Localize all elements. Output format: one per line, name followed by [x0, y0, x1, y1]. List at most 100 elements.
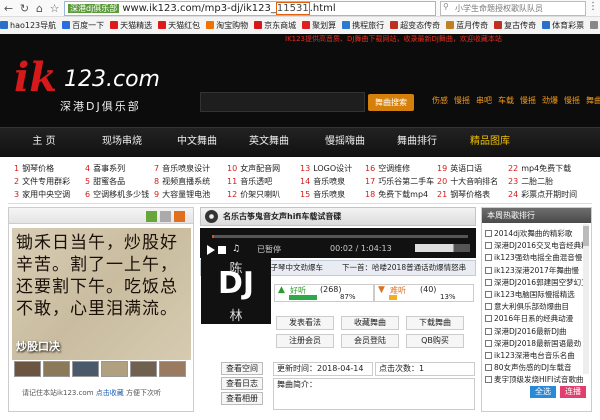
text-link[interactable]: 11 音乐透吧 [227, 175, 299, 188]
chart-list-item[interactable]: 意大利俱乐部劲爆曲目 [485, 300, 589, 313]
chart-list-item[interactable]: ik123电脑国际慢摇精选 [485, 288, 589, 301]
bookmark-link[interactable]: 点击收藏 [96, 389, 124, 397]
thumbnail[interactable] [43, 361, 70, 377]
tab-square-gray[interactable] [160, 211, 171, 222]
chart-list-item[interactable]: 2016年日系的经典动漫 [485, 312, 589, 325]
nav-item[interactable]: 慢摇嗨曲 [310, 127, 380, 157]
bookmark-item[interactable]: hao123导航 [0, 17, 56, 34]
text-link[interactable]: 17 巧乐谷第二手车 [365, 175, 437, 188]
hot-word-link[interactable]: 舞曲 [586, 96, 600, 105]
song-search-input[interactable] [200, 92, 365, 112]
progress-track[interactable] [212, 235, 468, 238]
checkbox[interactable] [485, 242, 492, 250]
text-link[interactable]: 14 音乐喷泉 [300, 175, 372, 188]
menu-icon[interactable]: ⋮ [588, 1, 598, 12]
home-icon[interactable]: ⌂ [33, 2, 46, 15]
checkbox[interactable] [485, 278, 492, 286]
text-link[interactable]: 4 喜事系列 [85, 162, 157, 175]
bookmark-item[interactable]: 京东商城 [254, 17, 296, 34]
bookmark-item[interactable]: 天猫精选 [110, 17, 152, 34]
scrollbar-thumb[interactable] [583, 226, 589, 246]
checkbox[interactable] [485, 266, 492, 274]
text-link[interactable]: 9 大容量锂电池 [154, 188, 226, 201]
hot-word-link[interactable]: 慢摇 [564, 96, 580, 105]
play-selected-button[interactable]: 连播 [560, 386, 586, 398]
bookmark-item[interactable]: 超变态传奇 [390, 17, 440, 34]
chart-list-item[interactable]: 80女声伤感的DJ车载音 [485, 361, 589, 374]
text-link[interactable]: 3 家用中央空调 [14, 188, 86, 201]
text-link[interactable]: 1 钢琴价格 [14, 162, 86, 175]
chart-list-item[interactable]: ik123深港2017年舞曲慢 [485, 264, 589, 277]
select-all-button[interactable]: 全选 [530, 386, 556, 398]
text-link[interactable]: 8 视频直播系统 [154, 175, 226, 188]
hot-word-link[interactable]: 串吧 [476, 96, 492, 105]
hot-word-link[interactable]: 慢摇 [454, 96, 470, 105]
bookmark-item[interactable]: 复古传奇 [494, 17, 536, 34]
player-action-button[interactable]: QB购买 [406, 334, 464, 348]
text-link[interactable]: 22 mp4免费下载 [508, 162, 592, 175]
checkbox[interactable] [485, 339, 492, 347]
star-icon[interactable]: ☆ [48, 2, 61, 15]
checkbox[interactable] [485, 315, 492, 323]
tab-square-orange[interactable] [174, 211, 185, 222]
volume-slider[interactable] [415, 244, 470, 252]
nav-item[interactable]: 精品图库 [460, 127, 520, 157]
player-action-button[interactable]: 发表看法 [276, 316, 334, 330]
text-link[interactable]: 7 音乐喷泉设计 [154, 162, 226, 175]
scrollbar[interactable] [583, 224, 589, 374]
logo-ik[interactable]: ik [14, 56, 57, 100]
bookmark-item[interactable]: 天猫红包 [158, 17, 200, 34]
bookmark-item[interactable]: 携程旅行 [342, 17, 384, 34]
hot-word-link[interactable]: 劲爆 [542, 96, 558, 105]
text-link[interactable]: 16 空调维修 [365, 162, 437, 175]
hot-word-link[interactable]: 伤感 [432, 96, 448, 105]
player-action-button[interactable]: 下载舞曲 [406, 316, 464, 330]
checkbox[interactable] [485, 327, 492, 335]
next-song-link[interactable]: 下一首：哈喽2018普通话劲爆情怒串 [342, 261, 474, 275]
side-view-button[interactable]: 查看空间 [221, 362, 263, 375]
nav-item[interactable]: 英文舞曲 [234, 127, 304, 157]
hot-word-link[interactable]: 慢摇 [520, 96, 536, 105]
player-action-button[interactable]: 注册会员 [276, 334, 334, 348]
player-action-button[interactable]: 会员登陆 [341, 334, 399, 348]
text-link[interactable]: 6 空调移机多少钱 [85, 188, 157, 201]
chart-list-item[interactable]: 深港DJ2016最新DJ曲 [485, 325, 589, 338]
checkbox[interactable] [485, 352, 492, 359]
photo-caption[interactable]: 炒股口决 [16, 338, 60, 354]
bookmark-item[interactable]: 体育彩票 [542, 17, 584, 34]
bookmark-item[interactable]: 视频中心 [590, 17, 600, 34]
bookmark-item[interactable]: 淘宝购物 [206, 17, 248, 34]
text-link[interactable]: 2 文件专用群彩 [14, 175, 86, 188]
stop-icon[interactable] [218, 246, 226, 254]
text-link[interactable]: 21 钢琴价格表 [437, 188, 509, 201]
bookmark-item[interactable]: 蓝月传奇 [446, 17, 488, 34]
checkbox[interactable] [485, 254, 492, 262]
back-icon[interactable]: ← [2, 2, 15, 15]
song-search-button[interactable]: 舞曲搜索 [368, 94, 414, 111]
thumbnail[interactable] [101, 361, 128, 377]
chart-list-item[interactable]: ik123深港电台音乐名曲 [485, 349, 589, 362]
text-link[interactable]: 20 十大音响排名 [437, 175, 509, 188]
chart-list-item[interactable]: ik123强劲电摇全曲混音慢 [485, 251, 589, 264]
checkbox[interactable] [485, 230, 492, 237]
nav-item[interactable]: 主 页 [14, 127, 74, 157]
checkbox[interactable] [485, 303, 492, 311]
thumbnail[interactable] [159, 361, 186, 377]
thumbnail[interactable] [14, 361, 41, 377]
checkbox[interactable] [485, 376, 492, 384]
thumbnail[interactable] [72, 361, 99, 377]
nav-item[interactable]: 舞曲排行 [382, 127, 452, 157]
url-input[interactable]: 深港dj俱乐部 www.ik123.com/mp3-dj/ik123_11531.… [64, 1, 436, 16]
chart-list-item[interactable]: 深港DJ2016交叉电音经典精 [485, 239, 589, 252]
chart-list-item[interactable]: 深港DJ2016郭建国空梦幻工 [485, 276, 589, 289]
play-icon[interactable] [207, 245, 215, 255]
logo-domain[interactable]: 123.com [64, 68, 160, 92]
text-link[interactable]: 12 价架只喇叭 [227, 188, 299, 201]
tab-square-green[interactable] [146, 211, 157, 222]
chart-list-item[interactable]: 深港DJ2018最新国语最劲 [485, 337, 589, 350]
bookmark-item[interactable]: 聚划算 [302, 17, 336, 34]
thumbnail[interactable] [130, 361, 157, 377]
nav-item[interactable]: 中文舞曲 [162, 127, 232, 157]
text-link[interactable]: 13 LOGO设计 [300, 162, 372, 175]
speaker-icon[interactable]: ♫ [232, 244, 240, 254]
